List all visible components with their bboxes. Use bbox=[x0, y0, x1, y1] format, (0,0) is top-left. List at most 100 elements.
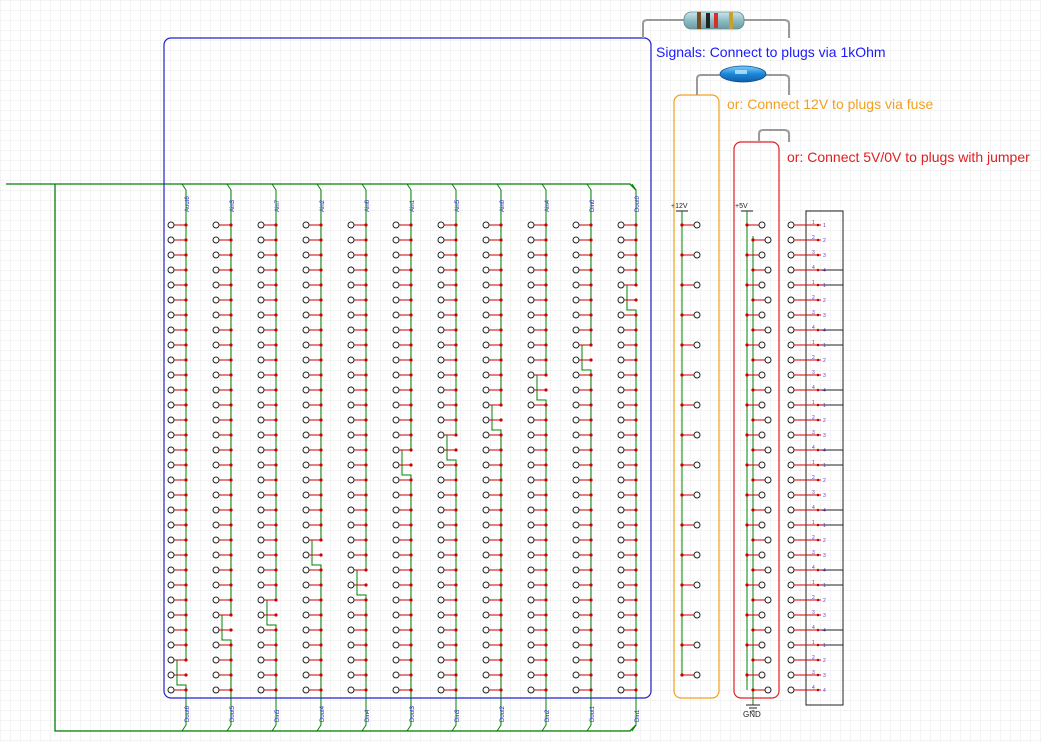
pin-junction bbox=[409, 328, 413, 332]
plug-pin bbox=[787, 656, 795, 664]
plug-pin bbox=[302, 656, 310, 664]
plug-pin bbox=[758, 341, 766, 349]
pin-junction bbox=[634, 223, 638, 227]
plug-pin bbox=[787, 431, 795, 439]
plug-pin bbox=[392, 506, 400, 514]
plug-pin bbox=[392, 371, 400, 379]
pin-junction bbox=[745, 523, 749, 527]
pin-junction bbox=[589, 343, 593, 347]
pin-junction bbox=[745, 493, 749, 497]
plug-pin bbox=[764, 476, 772, 484]
connector-pin-number: 3 bbox=[823, 313, 826, 319]
pin-junction bbox=[409, 253, 413, 257]
pin-junction bbox=[319, 598, 323, 602]
plug-pin bbox=[437, 641, 445, 649]
pin-junction bbox=[229, 268, 233, 272]
pin-junction bbox=[319, 613, 323, 617]
plug-pin bbox=[167, 341, 175, 349]
pin-junction bbox=[454, 328, 458, 332]
pin-junction bbox=[184, 493, 188, 497]
plug-pin bbox=[257, 311, 265, 319]
pin-junction bbox=[274, 493, 278, 497]
plug-pin bbox=[572, 506, 580, 514]
pin-junction bbox=[409, 388, 413, 392]
pin-junction bbox=[364, 553, 368, 557]
plug-pin bbox=[257, 236, 265, 244]
plug-pin bbox=[758, 581, 766, 589]
plug-pin bbox=[167, 386, 175, 394]
connector-pin-number: 3 bbox=[812, 670, 815, 676]
plug-pin bbox=[302, 311, 310, 319]
plug-pin bbox=[482, 686, 490, 694]
pin-junction bbox=[634, 418, 638, 422]
pin-junction bbox=[751, 508, 755, 512]
pin-junction bbox=[544, 403, 548, 407]
plug-pin bbox=[392, 221, 400, 229]
plug-pin bbox=[572, 476, 580, 484]
pin-junction bbox=[745, 403, 749, 407]
pin-junction bbox=[544, 613, 548, 617]
pin-junction bbox=[319, 643, 323, 647]
plug-pin bbox=[758, 611, 766, 619]
connector-pin-number: 2 bbox=[812, 535, 815, 541]
plug-pin bbox=[482, 461, 490, 469]
plug-pin bbox=[392, 686, 400, 694]
plug-pin bbox=[572, 311, 580, 319]
plug-pin bbox=[482, 641, 490, 649]
plug-pin bbox=[527, 416, 535, 424]
pin-junction bbox=[589, 508, 593, 512]
plug-pin bbox=[617, 686, 625, 694]
pin-junction bbox=[499, 358, 503, 362]
plug-pin bbox=[302, 536, 310, 544]
plug-pin bbox=[764, 296, 772, 304]
connector-pin-number: 4 bbox=[812, 265, 815, 271]
plug-pin bbox=[347, 266, 355, 274]
plug-pin bbox=[437, 626, 445, 634]
plug-pin bbox=[787, 236, 795, 244]
plug-pin bbox=[212, 566, 220, 574]
plug-pin bbox=[347, 506, 355, 514]
pin-junction bbox=[634, 508, 638, 512]
pin-junction bbox=[229, 448, 233, 452]
column-bottom-label: Din2 bbox=[545, 709, 551, 722]
plug-pin bbox=[617, 551, 625, 559]
pin-junction bbox=[589, 448, 593, 452]
plug-pin bbox=[437, 491, 445, 499]
plug-pin bbox=[257, 401, 265, 409]
pin-junction bbox=[274, 463, 278, 467]
pin-junction bbox=[274, 553, 278, 557]
pin-junction bbox=[274, 523, 278, 527]
pin-junction bbox=[274, 598, 278, 602]
connector-pin-number: 2 bbox=[812, 235, 815, 241]
pin-junction bbox=[274, 238, 278, 242]
pin-junction bbox=[454, 238, 458, 242]
column-bottom-label: Din4 bbox=[365, 709, 371, 722]
connector-pin-number: 2 bbox=[823, 358, 826, 364]
pin-junction bbox=[184, 553, 188, 557]
plug-pin bbox=[787, 626, 795, 634]
pin-junction bbox=[816, 253, 820, 257]
connector-pin-number: 1 bbox=[812, 640, 815, 646]
plug-pin bbox=[617, 581, 625, 589]
plug-pin bbox=[347, 596, 355, 604]
pin-junction bbox=[544, 373, 548, 377]
plug-pin bbox=[787, 446, 795, 454]
plug-pin bbox=[617, 326, 625, 334]
pin-junction bbox=[184, 463, 188, 467]
pin-junction bbox=[274, 373, 278, 377]
connector-pin-number: 3 bbox=[823, 373, 826, 379]
pin-junction bbox=[184, 343, 188, 347]
plug-pin bbox=[527, 281, 535, 289]
rail-5v-label: +5V bbox=[735, 203, 748, 210]
pin-junction bbox=[680, 553, 684, 557]
plug-pin bbox=[617, 641, 625, 649]
plug-pin bbox=[758, 491, 766, 499]
pin-junction bbox=[589, 583, 593, 587]
plug-pin bbox=[302, 566, 310, 574]
pin-junction bbox=[274, 643, 278, 647]
pin-junction bbox=[544, 583, 548, 587]
plug-pin bbox=[482, 401, 490, 409]
pin-junction bbox=[184, 568, 188, 572]
plug-pin bbox=[758, 311, 766, 319]
pin-junction bbox=[454, 463, 458, 467]
